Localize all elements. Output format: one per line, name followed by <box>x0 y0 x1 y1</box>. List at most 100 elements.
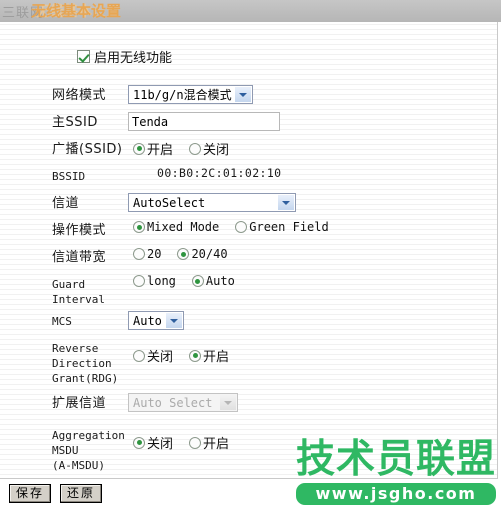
chevron-down-icon[interactable] <box>166 313 182 328</box>
radio-unselected-icon[interactable] <box>133 248 145 260</box>
control-amsdu: 关闭 开启 <box>128 424 497 452</box>
channel-bandwidth-option-2040-label: 20/40 <box>191 247 228 261</box>
network-mode-value: 11b/g/n混合模式 <box>133 88 232 102</box>
control-broadcast-ssid: 开启 关闭 <box>128 138 497 158</box>
checkbox-checked-icon[interactable] <box>77 50 90 63</box>
guard-interval-option-long-label: long <box>147 274 176 288</box>
channel-bandwidth-option-20[interactable]: 20 <box>133 247 161 261</box>
rdg-option-off-label: 关闭 <box>147 350 174 365</box>
channel-select[interactable]: AutoSelect <box>128 193 296 212</box>
amsdu-option-off-label: 关闭 <box>147 437 174 452</box>
operation-mode-option-greenfield-label: Green Field <box>249 220 329 234</box>
radio-selected-icon[interactable] <box>177 248 190 260</box>
amsdu-radio-group: 关闭 开启 <box>133 433 245 452</box>
radio-unselected-icon[interactable] <box>189 142 202 155</box>
radio-unselected-icon[interactable] <box>189 436 202 449</box>
mcs-select[interactable]: Auto <box>128 311 184 330</box>
row-operation-mode: 操作模式 Mixed Mode Green Field <box>0 219 497 243</box>
broadcast-ssid-option-on-label: 开启 <box>147 143 174 158</box>
control-bssid: 00:B0:2C:01:02:10 <box>128 165 497 180</box>
control-rdg: 关闭 开启 <box>128 337 497 365</box>
restore-button[interactable]: 还原 <box>60 484 102 503</box>
network-mode-select[interactable]: 11b/g/n混合模式 <box>128 85 253 104</box>
label-channel: 信道 <box>52 196 80 211</box>
amsdu-option-off[interactable]: 关闭 <box>133 433 173 452</box>
channel-bandwidth-option-2040[interactable]: 20/40 <box>177 247 228 261</box>
row-network-mode: 网络模式 11b/g/n混合模式 <box>0 84 497 108</box>
page-header-bar: 三联网 无线基本设置 无线基本设置 <box>0 0 501 22</box>
control-operation-mode: Mixed Mode Green Field <box>128 219 497 234</box>
control-network-mode: 11b/g/n混合模式 <box>128 84 497 104</box>
control-channel-bandwidth: 20 20/40 <box>128 246 497 261</box>
guard-interval-option-auto[interactable]: Auto <box>191 274 235 288</box>
chevron-down-icon <box>220 395 236 410</box>
extension-channel-value: Auto Select <box>133 395 213 410</box>
mcs-value: Auto <box>133 313 162 328</box>
control-channel: AutoSelect <box>128 192 497 212</box>
label-guard-interval: Guard Interval <box>52 278 105 306</box>
radio-selected-icon[interactable] <box>191 275 204 287</box>
control-guard-interval: long Auto <box>128 273 497 288</box>
label-amsdu: Aggregation MSDU (A-MSDU) <box>52 429 125 472</box>
label-extension-channel: 扩展信道 <box>52 396 107 411</box>
enable-wireless-label: 启用无线功能 <box>94 51 173 66</box>
row-channel: 信道 AutoSelect <box>0 192 497 216</box>
radio-selected-icon[interactable] <box>133 142 145 155</box>
rdg-option-on-label: 开启 <box>203 350 230 365</box>
amsdu-option-on[interactable]: 开启 <box>189 433 229 452</box>
radio-unselected-icon[interactable] <box>133 349 145 362</box>
chevron-down-icon[interactable] <box>235 87 251 102</box>
wireless-basic-settings-page: 三联网 无线基本设置 无线基本设置 启用无线功能 网络模式 11b/g/n混合模… <box>0 0 501 514</box>
row-guard-interval: Guard Interval long Auto <box>0 273 497 307</box>
operation-mode-option-mixed[interactable]: Mixed Mode <box>133 220 219 234</box>
label-broadcast-ssid: 广播(SSID) <box>52 142 123 157</box>
row-amsdu: Aggregation MSDU (A-MSDU) 关闭 开启 <box>0 424 497 473</box>
guard-interval-option-long[interactable]: long <box>133 274 176 288</box>
radio-unselected-icon[interactable] <box>133 275 145 287</box>
channel-bandwidth-radio-group: 20 20/40 <box>133 247 244 261</box>
label-rdg: Reverse Direction Grant(RDG) <box>52 342 119 385</box>
row-broadcast-ssid: 广播(SSID) 开启 关闭 <box>0 138 497 162</box>
operation-mode-option-greenfield[interactable]: Green Field <box>235 220 329 234</box>
chevron-down-icon[interactable] <box>278 195 294 210</box>
control-extension-channel: Auto Select <box>128 392 497 412</box>
save-button[interactable]: 保存 <box>9 484 51 503</box>
enable-wireless-row[interactable]: 启用无线功能 <box>77 47 172 66</box>
settings-panel: 启用无线功能 网络模式 11b/g/n混合模式 主SSID Tenda 广播(S… <box>0 22 498 479</box>
footer-bar: 保存 还原 <box>0 479 501 514</box>
broadcast-ssid-option-off[interactable]: 关闭 <box>189 139 229 158</box>
operation-mode-option-mixed-label: Mixed Mode <box>147 220 220 234</box>
label-mcs: MCS <box>52 315 72 328</box>
radio-selected-icon[interactable] <box>133 436 145 449</box>
broadcast-ssid-radio-group: 开启 关闭 <box>133 139 245 158</box>
broadcast-ssid-option-off-label: 关闭 <box>203 143 230 158</box>
control-primary-ssid <box>128 111 497 131</box>
radio-selected-icon[interactable] <box>133 221 145 233</box>
settings-form: 网络模式 11b/g/n混合模式 主SSID 广播(SSID) <box>0 84 497 476</box>
row-primary-ssid: 主SSID <box>0 111 497 135</box>
label-channel-bandwidth: 信道带宽 <box>52 250 107 265</box>
channel-value: AutoSelect <box>133 195 206 210</box>
row-mcs: MCS Auto <box>0 310 497 334</box>
page-title: 无线基本设置 <box>31 2 122 20</box>
label-network-mode: 网络模式 <box>52 88 107 103</box>
channel-bandwidth-option-20-label: 20 <box>147 247 162 261</box>
row-rdg: Reverse Direction Grant(RDG) 关闭 开启 <box>0 337 497 386</box>
bssid-value: 00:B0:2C:01:02:10 <box>157 166 282 180</box>
rdg-option-off[interactable]: 关闭 <box>133 346 173 365</box>
row-channel-bandwidth: 信道带宽 20 20/40 <box>0 246 497 270</box>
broadcast-ssid-option-on[interactable]: 开启 <box>133 139 173 158</box>
primary-ssid-input[interactable] <box>128 112 280 131</box>
radio-unselected-icon[interactable] <box>235 221 248 233</box>
amsdu-option-on-label: 开启 <box>203 437 230 452</box>
label-primary-ssid: 主SSID <box>52 115 98 130</box>
row-bssid: BSSID 00:B0:2C:01:02:10 <box>0 165 497 189</box>
control-mcs: Auto <box>128 310 497 330</box>
rdg-option-on[interactable]: 开启 <box>189 346 229 365</box>
rdg-radio-group: 关闭 开启 <box>133 346 245 365</box>
label-operation-mode: 操作模式 <box>52 223 107 238</box>
label-bssid: BSSID <box>52 170 86 183</box>
radio-selected-icon[interactable] <box>189 349 202 362</box>
row-extension-channel: 扩展信道 Auto Select <box>0 392 497 416</box>
guard-interval-radio-group: long Auto <box>133 274 251 288</box>
